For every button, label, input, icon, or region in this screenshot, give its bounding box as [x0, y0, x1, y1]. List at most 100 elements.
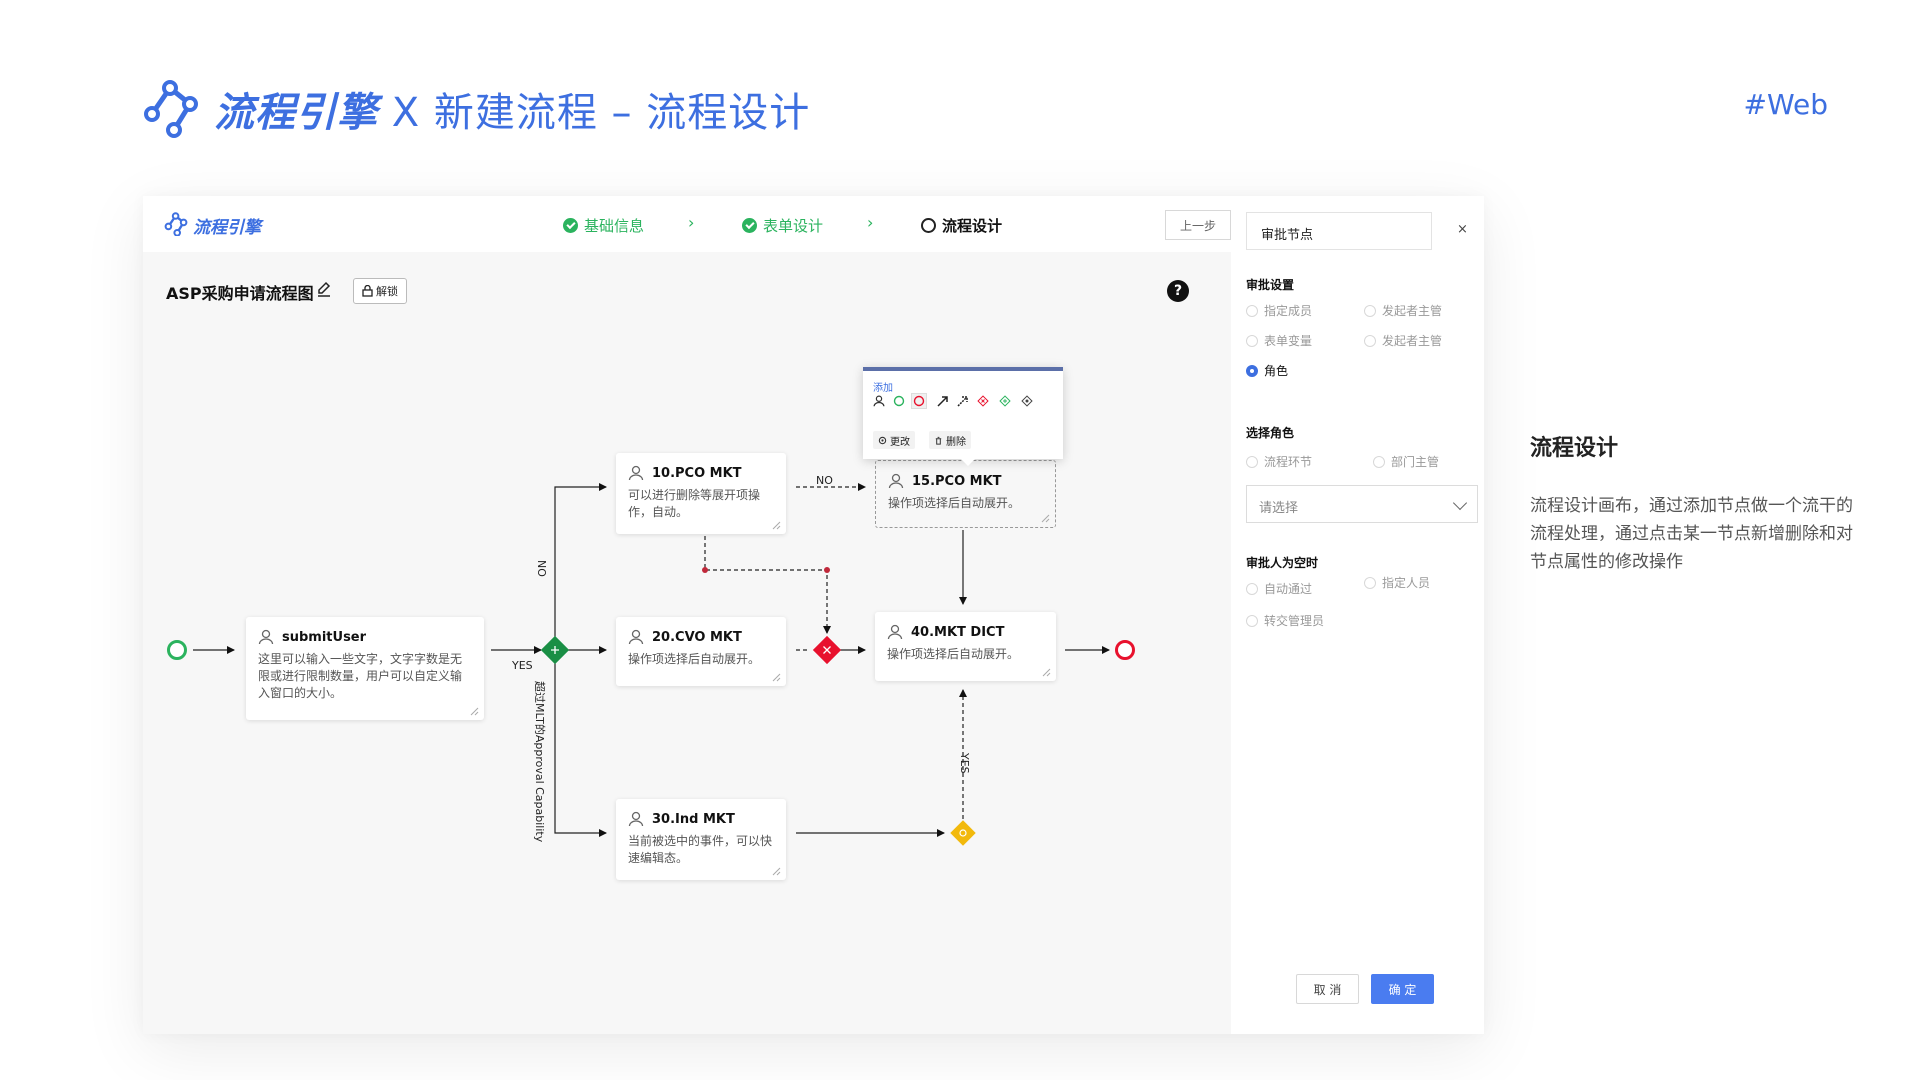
resize-handle-icon[interactable] [772, 867, 781, 876]
edge-label-yes-right: YES [958, 753, 971, 774]
description-title: 流程设计 [1530, 436, 1619, 461]
radio-label: 指定人员 [1382, 576, 1431, 590]
radio-circle-icon [1246, 364, 1258, 377]
connector-arrow-icon[interactable] [937, 395, 949, 407]
radio-label: 发起者主管 [1382, 304, 1443, 318]
end-event-icon[interactable] [911, 393, 927, 409]
flow-engine-logo-icon [144, 80, 198, 138]
radio-label: 转交管理员 [1264, 614, 1325, 628]
gear-icon [878, 436, 887, 444]
node-title: 40.MKT DICT [911, 624, 1005, 640]
user-icon [888, 473, 904, 489]
node-title: 20.CVO MKT [652, 629, 742, 645]
user-icon [628, 465, 644, 481]
end-node[interactable] [1115, 640, 1135, 660]
node-name-input[interactable]: 审批节点 [1246, 212, 1432, 250]
radio-form-variable[interactable]: 表单变量 [1246, 332, 1312, 349]
radio-specified-person[interactable]: 指定人员 [1364, 574, 1430, 591]
start-node[interactable] [167, 640, 187, 660]
resize-handle-icon[interactable] [470, 707, 479, 716]
cancel-button[interactable]: 取 消 [1296, 974, 1359, 1004]
edge-label-yes: YES [512, 659, 533, 672]
radio-label: 角色 [1264, 364, 1289, 378]
gateway-green[interactable] [540, 635, 570, 665]
junction-dot [702, 567, 708, 573]
node-description: 操作项选择后自动展开。 [887, 647, 1020, 661]
popover-caret [961, 459, 975, 466]
user-icon [628, 811, 644, 827]
radio-dept-manager[interactable]: 部门主管 [1373, 453, 1439, 470]
user-task-icon[interactable] [873, 395, 885, 407]
edge-label-no: NO [816, 474, 833, 487]
radio-label: 自动通过 [1264, 582, 1313, 596]
radio-circle-icon [1246, 304, 1258, 317]
node-properties-panel: 审批节点 × 审批设置 指定成员 发起者主管 表单变量 发起者主管 角色 选择角… [1231, 196, 1484, 1034]
radio-label: 指定成员 [1264, 304, 1313, 318]
radio-transfer-admin[interactable]: 转交管理员 [1246, 612, 1324, 629]
chevron-down-icon [1452, 495, 1468, 511]
radio-circle-icon [1246, 614, 1258, 627]
inclusive-gateway-icon[interactable] [1021, 395, 1033, 407]
edge-label-no-vertical: NO [535, 560, 548, 577]
resize-handle-icon[interactable] [1041, 514, 1050, 523]
node-description: 操作项选择后自动展开。 [888, 496, 1021, 510]
radio-label: 表单变量 [1264, 334, 1313, 348]
resize-handle-icon[interactable] [772, 521, 781, 530]
resize-handle-icon[interactable] [1042, 668, 1051, 677]
delete-button[interactable]: 删除 [929, 431, 971, 449]
radio-initiator-manager[interactable]: 发起者主管 [1364, 302, 1442, 319]
radio-circle-icon [1364, 576, 1376, 589]
platform-tag: #Web [1743, 88, 1828, 121]
node-title: 30.Ind MKT [652, 811, 735, 827]
radio-label: 部门主管 [1391, 455, 1440, 469]
radio-circle-icon [1373, 455, 1385, 468]
radio-auto-approve[interactable]: 自动通过 [1246, 580, 1312, 597]
trash-icon [935, 436, 942, 445]
node-40-mkt-dict[interactable]: 40.MKT DICT 操作项选择后自动展开。 [875, 612, 1056, 681]
description-body: 流程设计画布，通过添加节点做一个流干的流程处理，通过点击某一节点新增删除和对节点… [1530, 496, 1853, 572]
change-label: 更改 [890, 436, 910, 448]
select-role-heading: 选择角色 [1246, 426, 1295, 440]
node-title: 15.PCO MKT [912, 473, 1002, 489]
node-description: 操作项选择后自动展开。 [628, 652, 761, 666]
gateway-yellow[interactable] [950, 820, 976, 846]
node-title: submitUser [282, 629, 367, 645]
node-submit-user[interactable]: submitUser 这里可以输入一些文字，文字字数是无限或进行限制数量，用户可… [246, 617, 484, 720]
radio-circle-icon [1246, 582, 1258, 595]
exclusive-gateway-icon[interactable] [977, 395, 989, 407]
user-icon [887, 624, 903, 640]
radio-flow-step[interactable]: 流程环节 [1246, 453, 1312, 470]
change-button[interactable]: 更改 [873, 431, 915, 449]
gateway-red[interactable] [812, 635, 842, 665]
junction-dot [824, 567, 830, 573]
node-15-pco-mkt[interactable]: 15.PCO MKT 操作项选择后自动展开。 [875, 460, 1056, 528]
approval-settings-heading: 审批设置 [1246, 278, 1295, 292]
close-icon[interactable]: × [1457, 222, 1468, 237]
edge-gateway-10 [554, 483, 607, 637]
page-heading: 流程引擎 X 新建流程 – 流程设计 [214, 80, 810, 138]
start-event-icon[interactable] [893, 395, 905, 407]
flow-canvas [167, 483, 1135, 846]
dashed-arrow-icon[interactable] [957, 395, 969, 407]
node-description: 可以进行删除等展开项操作，自动。 [628, 488, 761, 519]
popover-title: 添加 [873, 383, 893, 394]
heading-brand: 流程引擎 [214, 90, 378, 136]
node-title: 10.PCO MKT [652, 465, 742, 481]
radio-circle-icon [1246, 334, 1258, 347]
node-description: 这里可以输入一些文字，文字字数是无限或进行限制数量，用户可以自定义输入窗口的大小… [258, 652, 463, 700]
node-30-ind-mkt[interactable]: 30.Ind MKT 当前被选中的事件，可以快速编辑态。 [616, 799, 786, 880]
role-select[interactable]: 请选择 [1246, 485, 1478, 523]
node-10-pco-mkt[interactable]: 10.PCO MKT 可以进行删除等展开项操作，自动。 [616, 453, 786, 534]
radio-label: 流程环节 [1264, 455, 1313, 469]
edge-gateway-30 [554, 663, 607, 837]
radio-role[interactable]: 角色 [1246, 362, 1288, 379]
resize-handle-icon[interactable] [772, 673, 781, 682]
radio-circle-icon [1246, 455, 1258, 468]
user-icon [258, 629, 274, 645]
confirm-button[interactable]: 确 定 [1371, 974, 1434, 1004]
radio-specified-member[interactable]: 指定成员 [1246, 302, 1312, 319]
parallel-gateway-icon[interactable] [999, 395, 1011, 407]
node-20-cvo-mkt[interactable]: 20.CVO MKT 操作项选择后自动展开。 [616, 617, 786, 686]
radio-initiator-manager-2[interactable]: 发起者主管 [1364, 332, 1442, 349]
radio-circle-icon [1364, 304, 1376, 317]
